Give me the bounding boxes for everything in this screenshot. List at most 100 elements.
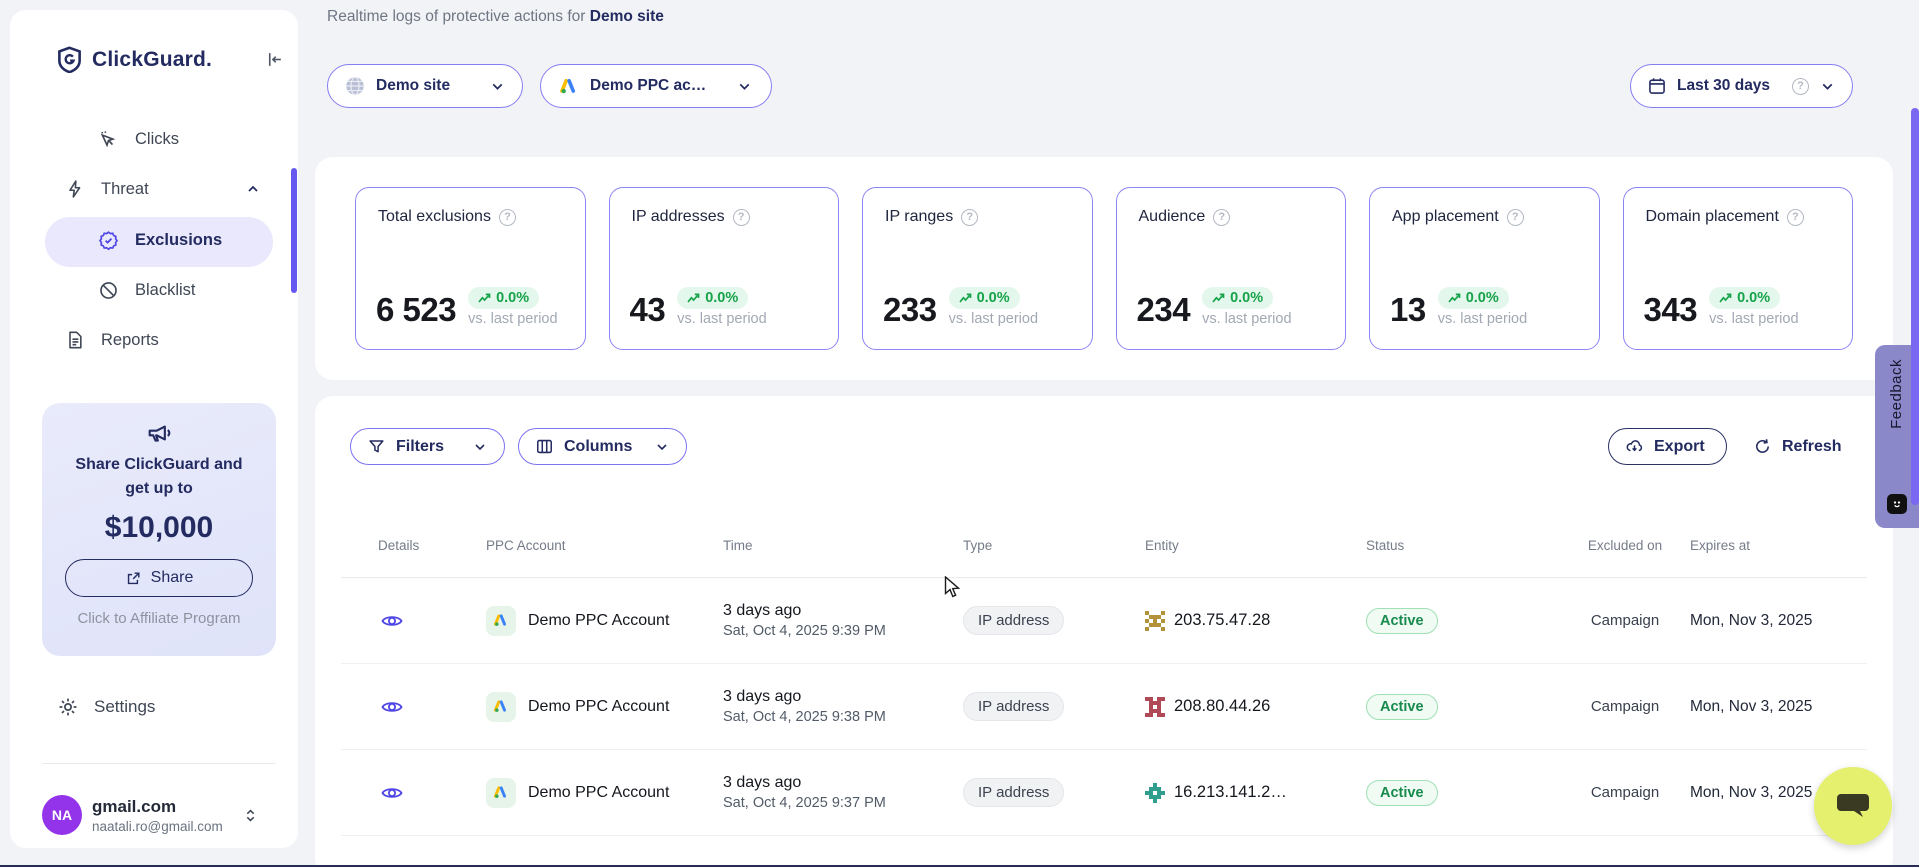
- export-button[interactable]: Export: [1608, 428, 1727, 465]
- share-button[interactable]: Share: [65, 559, 253, 597]
- site-selector[interactable]: Demo site: [327, 64, 523, 108]
- chevron-updown-icon[interactable]: [242, 807, 259, 824]
- stat-card: Domain placement ? 343 0.0% vs. last per…: [1623, 187, 1854, 350]
- promo-headline: Share ClickGuard and get up to: [42, 453, 276, 501]
- stat-card: App placement ? 13 0.0% vs. last period: [1369, 187, 1600, 350]
- stat-value: 6 523: [376, 293, 456, 327]
- account-email: naatali.ro@gmail.com: [92, 819, 242, 834]
- sidebar-item-clicks[interactable]: Clicks: [98, 129, 179, 150]
- account-name: gmail.com: [92, 797, 242, 817]
- time-full: Sat, Oct 4, 2025 9:39 PM: [723, 623, 963, 639]
- ppc-account-selector[interactable]: Demo PPC ac…: [540, 64, 772, 108]
- help-icon[interactable]: ?: [1787, 209, 1804, 226]
- help-icon[interactable]: ?: [733, 209, 750, 226]
- trend-value: 0.0%: [1737, 290, 1770, 306]
- view-details-icon[interactable]: [380, 781, 486, 805]
- sidebar-item-reports[interactable]: Reports: [65, 330, 159, 350]
- trend-up-icon: [959, 293, 972, 304]
- help-icon[interactable]: ?: [1507, 209, 1524, 226]
- brand-name: ClickGuard.: [92, 48, 212, 72]
- chevron-up-icon[interactable]: [245, 181, 261, 197]
- settings-label: Settings: [94, 697, 155, 717]
- chevron-down-icon: [1819, 78, 1836, 95]
- avatar: NA: [42, 795, 82, 835]
- affiliate-link[interactable]: Click to Affiliate Program: [42, 610, 276, 627]
- columns-button[interactable]: Columns: [518, 428, 687, 465]
- divider: [42, 763, 276, 764]
- site-selector-value: Demo site: [376, 77, 479, 95]
- chevron-down-icon: [736, 78, 753, 95]
- badge-check-icon: [98, 230, 119, 251]
- status-badge: Active: [1366, 780, 1438, 806]
- stat-caption: vs. last period: [677, 311, 766, 327]
- columns-icon: [535, 437, 554, 456]
- refresh-button[interactable]: Refresh: [1747, 428, 1848, 465]
- refresh-icon: [1753, 437, 1772, 456]
- type-badge: IP address: [963, 606, 1064, 635]
- lightning-icon: [65, 179, 85, 199]
- chat-bubble-icon: [1836, 791, 1870, 821]
- sidebar-item-label: Clicks: [135, 130, 179, 149]
- sidebar-item-label: Threat: [101, 180, 149, 199]
- filters-button[interactable]: Filters: [350, 428, 505, 465]
- sidebar-collapse-icon[interactable]: [265, 50, 284, 69]
- entity-identicon: [1145, 783, 1165, 803]
- date-range-value: Last 30 days: [1677, 77, 1782, 95]
- page-scrollbar[interactable]: [1911, 108, 1919, 505]
- time-relative: 3 days ago: [723, 688, 963, 706]
- export-button-label: Export: [1654, 438, 1705, 456]
- date-range-selector[interactable]: Last 30 days ?: [1630, 64, 1853, 108]
- columns-button-label: Columns: [564, 438, 644, 456]
- time-relative: 3 days ago: [723, 774, 963, 792]
- help-icon[interactable]: ?: [1213, 209, 1230, 226]
- help-icon[interactable]: ?: [499, 209, 516, 226]
- help-icon[interactable]: ?: [961, 209, 978, 226]
- help-icon[interactable]: ?: [1792, 78, 1809, 95]
- gear-icon: [57, 696, 79, 718]
- trend-up-icon: [1212, 293, 1225, 304]
- sidebar-item-exclusions-content[interactable]: Exclusions: [98, 230, 222, 251]
- column-header-entity: Entity: [1145, 537, 1366, 554]
- column-header-type: Type: [963, 537, 1145, 554]
- time-full: Sat, Oct 4, 2025 9:37 PM: [723, 795, 963, 811]
- share-button-label: Share: [151, 569, 194, 587]
- trend-badge: 0.0%: [468, 287, 539, 309]
- table-row[interactable]: Demo PPC Account 3 days ago Sat, Oct 4, …: [341, 578, 1867, 664]
- stat-label: Audience: [1139, 208, 1206, 226]
- trend-value: 0.0%: [1230, 290, 1263, 306]
- table-row[interactable]: 3 days ago: [341, 836, 1867, 867]
- stat-value: 343: [1644, 293, 1698, 327]
- chevron-down-icon: [472, 439, 488, 455]
- chat-launcher-button[interactable]: [1814, 767, 1892, 845]
- entity-value: 16.213.141.2…: [1174, 783, 1287, 802]
- globe-icon: [344, 75, 366, 97]
- excluded-on-value: Campaign: [1560, 612, 1690, 629]
- subtitle-text: Realtime logs of protective actions for: [327, 8, 585, 25]
- status-badge: Active: [1366, 694, 1438, 720]
- trend-value: 0.0%: [705, 290, 738, 306]
- view-details-icon[interactable]: [380, 609, 486, 633]
- external-link-icon: [125, 570, 142, 587]
- type-badge: IP address: [963, 692, 1064, 721]
- sidebar-item-blacklist[interactable]: Blacklist: [98, 280, 196, 301]
- sidebar-item-label: Blacklist: [135, 281, 196, 300]
- account-switcher[interactable]: NA gmail.com naatali.ro@gmail.com: [42, 795, 276, 835]
- sidebar-scrollbar[interactable]: [291, 168, 297, 293]
- column-header-expires-at: Expires at: [1690, 537, 1878, 554]
- stat-card: Audience ? 234 0.0% vs. last period: [1116, 187, 1347, 350]
- trend-badge: 0.0%: [949, 287, 1020, 309]
- ppc-account-name: Demo PPC Account: [528, 612, 669, 630]
- logs-panel: Filters Columns Export Refresh Details P…: [315, 396, 1893, 867]
- sidebar-item-threat[interactable]: Threat: [65, 179, 149, 199]
- stat-caption: vs. last period: [1709, 311, 1798, 327]
- refresh-button-label: Refresh: [1782, 438, 1842, 456]
- table-row[interactable]: Demo PPC Account 3 days ago Sat, Oct 4, …: [341, 750, 1867, 836]
- table-row[interactable]: Demo PPC Account 3 days ago Sat, Oct 4, …: [341, 664, 1867, 750]
- filters-button-label: Filters: [396, 438, 462, 456]
- view-details-icon[interactable]: [380, 695, 486, 719]
- feedback-smiley-icon: [1887, 494, 1907, 514]
- ppc-account-name: Demo PPC Account: [528, 784, 669, 802]
- sidebar-item-settings[interactable]: Settings: [57, 696, 155, 718]
- ppc-account-name: Demo PPC Account: [528, 698, 669, 716]
- google-ads-icon: [486, 692, 516, 722]
